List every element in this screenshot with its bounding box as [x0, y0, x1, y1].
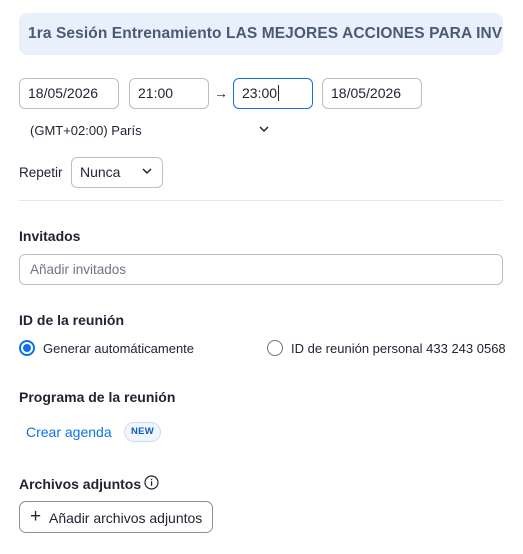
section-divider	[19, 200, 503, 201]
radio-personal-meeting-id[interactable]	[267, 340, 283, 356]
create-agenda-link[interactable]: Crear agenda	[26, 424, 112, 440]
repeat-label: Repetir	[19, 165, 63, 180]
chevron-down-icon[interactable]	[259, 126, 269, 133]
start-date-value: 18/05/2026	[28, 85, 99, 101]
start-date-field[interactable]: 18/05/2026	[19, 78, 119, 109]
repeat-value: Nunca	[80, 164, 121, 180]
start-time-field[interactable]: 21:00	[129, 78, 209, 109]
chevron-down-icon	[142, 168, 152, 175]
invitees-field[interactable]	[19, 254, 503, 285]
invitees-input[interactable]	[20, 255, 502, 284]
radio-generate-automatically[interactable]	[19, 340, 35, 356]
invitees-title: Invitados	[19, 228, 81, 244]
radio-personal-meeting-id-label[interactable]: ID de reunión personal 433 243 0568	[291, 341, 506, 356]
end-date-value: 18/05/2026	[331, 85, 402, 101]
end-time-value: 23:00	[242, 85, 278, 101]
plus-icon: +	[30, 506, 42, 527]
attachments-title: Archivos adjuntos	[19, 476, 142, 492]
start-time-value: 21:00	[138, 85, 174, 101]
meeting-topic-field[interactable]: 1ra Sesión Entrenamiento LAS MEJORES ACC…	[19, 13, 503, 55]
timezone-select[interactable]: (GMT+02:00) París	[30, 123, 142, 138]
agenda-title: Programa de la reunión	[19, 389, 176, 405]
arrow-right-icon: →	[214, 85, 228, 101]
meeting-id-title: ID de la reunión	[19, 312, 125, 328]
info-icon[interactable]	[144, 475, 159, 490]
meeting-topic-text: 1ra Sesión Entrenamiento LAS MEJORES ACC…	[28, 25, 503, 42]
radio-generate-automatically-label[interactable]: Generar automáticamente	[43, 341, 194, 356]
text-cursor	[278, 85, 280, 101]
new-badge: NEW	[124, 422, 162, 442]
add-attachments-label: Añadir archivos adjuntos	[49, 510, 203, 526]
end-time-field[interactable]: 23:00	[233, 78, 313, 109]
end-date-field[interactable]: 18/05/2026	[322, 78, 422, 109]
add-attachments-button[interactable]: + Añadir archivos adjuntos	[19, 501, 213, 533]
repeat-select[interactable]: Nunca	[71, 157, 163, 188]
